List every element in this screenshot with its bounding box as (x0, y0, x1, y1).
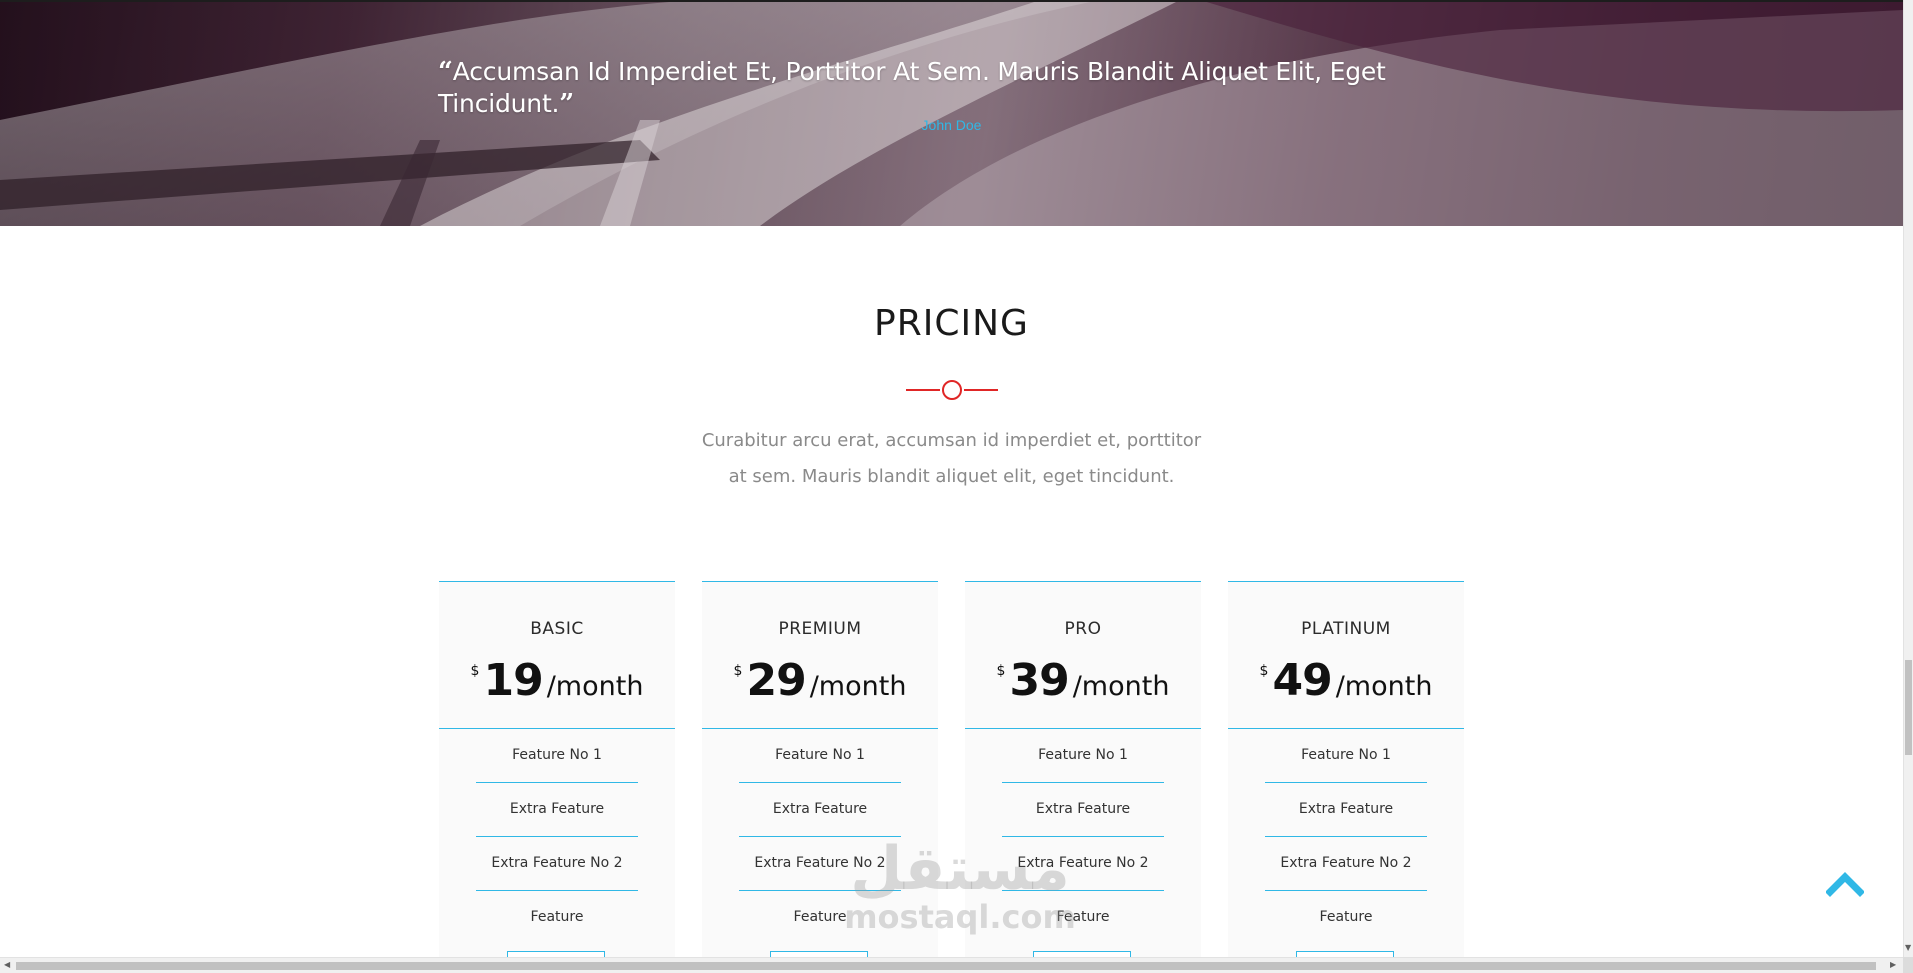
pricing-card-pro: PRO $39/month Feature No 1 Extra Feature… (965, 581, 1201, 973)
vertical-scrollbar[interactable]: ▼ (1903, 0, 1913, 957)
feature-item: Extra Feature No 2 (1265, 837, 1427, 891)
horizontal-scrollbar[interactable]: ◀ ▶ (0, 957, 1903, 973)
price-amount: 49 (1272, 655, 1332, 706)
chevron-up-icon[interactable] (1826, 868, 1864, 898)
currency-symbol: $ (733, 663, 743, 679)
vertical-scrollbar-thumb[interactable] (1905, 660, 1912, 755)
plan-price: $29/month (702, 655, 938, 706)
price-amount: 19 (483, 655, 543, 706)
page: “Accumsan Id Imperdiet Et, Porttitor At … (0, 0, 1913, 973)
feature-item: Extra Feature (476, 783, 638, 837)
price-period: /month (1072, 671, 1170, 702)
arrow-right-icon[interactable]: ▶ (1890, 961, 1896, 969)
arrow-left-icon[interactable]: ◀ (4, 961, 10, 969)
feature-item: Extra Feature No 2 (476, 837, 638, 891)
plan-name: PLATINUM (1301, 619, 1391, 639)
pricing-plans: BASIC $19/month Feature No 1 Extra Featu… (439, 581, 1465, 973)
plan-price: $49/month (1228, 655, 1464, 706)
open-quote-icon: “ (438, 57, 453, 87)
feature-list: Feature No 1 Extra Feature Extra Feature… (739, 729, 901, 944)
plan-name: BASIC (530, 619, 584, 639)
scrollbar-corner (1903, 957, 1913, 973)
pricing-card-premium: PREMIUM $29/month Feature No 1 Extra Fea… (702, 581, 938, 973)
section-description: Curabitur arcu erat, accumsan id imperdi… (701, 430, 1202, 487)
horizontal-scrollbar-thumb[interactable] (16, 962, 1876, 970)
plan-price: $19/month (439, 655, 675, 706)
testimonial-text: Accumsan Id Imperdiet Et, Porttitor At S… (438, 57, 1386, 118)
price-period: /month (546, 671, 644, 702)
currency-symbol: $ (996, 663, 1006, 679)
section-title: PRICING (874, 303, 1029, 344)
feature-list: Feature No 1 Extra Feature Extra Feature… (1265, 729, 1427, 944)
feature-item: Feature (793, 909, 847, 925)
hero-top-border (0, 0, 1903, 2)
feature-item: Extra Feature (1002, 783, 1164, 837)
feature-item: Extra Feature (1265, 783, 1427, 837)
plan-price: $39/month (965, 655, 1201, 706)
price-period: /month (809, 671, 907, 702)
circle-divider-icon (906, 380, 998, 400)
feature-item: Feature (1319, 909, 1373, 925)
feature-list: Feature No 1 Extra Feature Extra Feature… (1002, 729, 1164, 944)
testimonial-section: “Accumsan Id Imperdiet Et, Porttitor At … (0, 0, 1903, 226)
price-period: /month (1335, 671, 1433, 702)
currency-symbol: $ (470, 663, 480, 679)
close-quote-icon: ” (559, 89, 575, 119)
pricing-card-platinum: PLATINUM $49/month Feature No 1 Extra Fe… (1228, 581, 1464, 973)
feature-item: Extra Feature No 2 (1002, 837, 1164, 891)
feature-item: Extra Feature No 2 (739, 837, 901, 891)
testimonial-author: John Doe (921, 117, 982, 133)
feature-list: Feature No 1 Extra Feature Extra Feature… (476, 729, 638, 944)
feature-item: Feature No 1 (1265, 729, 1427, 783)
feature-item: Feature (1056, 909, 1110, 925)
price-amount: 39 (1009, 655, 1069, 706)
feature-item: Feature No 1 (476, 729, 638, 783)
feature-item: Feature (530, 909, 584, 925)
feature-item: Feature No 1 (739, 729, 901, 783)
feature-item: Feature No 1 (1002, 729, 1164, 783)
feature-item: Extra Feature (739, 783, 901, 837)
price-amount: 29 (746, 655, 806, 706)
pricing-card-basic: BASIC $19/month Feature No 1 Extra Featu… (439, 581, 675, 973)
plan-name: PREMIUM (778, 619, 862, 639)
plan-name: PRO (1064, 619, 1102, 639)
testimonial-quote: “Accumsan Id Imperdiet Et, Porttitor At … (438, 56, 1438, 120)
currency-symbol: $ (1259, 663, 1269, 679)
arrow-down-icon[interactable]: ▼ (1905, 944, 1911, 952)
